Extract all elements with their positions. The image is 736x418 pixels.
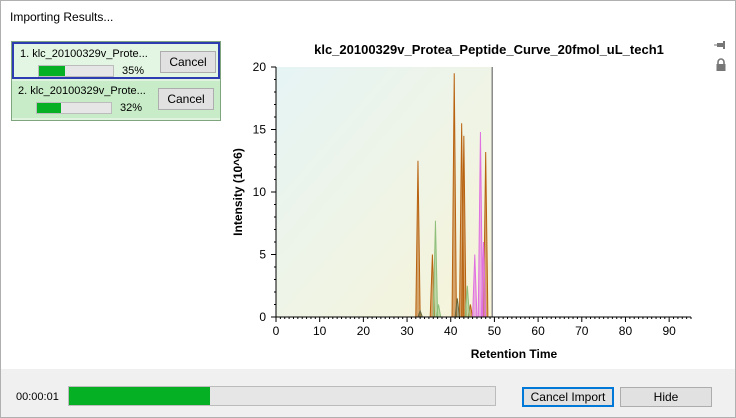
job-label: 2. klc_20100329v_Prote... [18,85,146,97]
job-progress-fill [39,66,65,76]
x-tick-label: 60 [531,324,545,338]
x-tick-label: 70 [575,324,589,338]
x-tick-label: 20 [357,324,371,338]
y-tick-label: 20 [253,60,267,74]
lock-icon[interactable] [713,57,729,73]
x-tick-label: 0 [273,324,280,338]
y-tick-label: 5 [259,248,266,262]
x-tick-label: 40 [444,324,458,338]
status-footer: 00:00:01 Cancel Import Hide [1,369,735,417]
job-cancel-button[interactable]: Cancel [158,88,214,110]
hide-button[interactable]: Hide [620,387,712,407]
x-tick-label: 90 [662,324,676,338]
chart-svg: 0 10 20 30 40 50 60 70 80 90 0 5 10 15 20 klc_20100329… [231,42,692,361]
x-tick-label: 10 [313,324,327,338]
job-list: 1. klc_20100329v_Prote... 35% Cancel 2. … [11,41,221,121]
chart-title: klc_20100329v_Protea_Peptide_Curve_20fmo… [314,42,664,57]
chromatogram-chart: 0 10 20 30 40 50 60 70 80 90 0 5 10 15 20 klc_20100329… [229,37,715,367]
job-progress-fill [37,103,61,113]
x-tick-label: 80 [619,324,633,338]
x-axis-label: Retention Time [471,347,558,361]
dialog-title: Importing Results... [10,10,114,24]
y-tick-label: 0 [259,310,266,324]
job-item-1[interactable]: 1. klc_20100329v_Prote... 35% Cancel [12,42,220,79]
x-tick-label: 30 [400,324,414,338]
pin-icon[interactable] [713,37,729,53]
import-results-dialog: Importing Results... 1. klc_20100329v_Pr… [0,0,736,418]
y-tick-label: 10 [253,185,267,199]
job-percent: 32% [120,102,143,114]
y-axis-label: Intensity (10^6) [231,148,245,236]
job-cancel-button[interactable]: Cancel [160,51,216,73]
job-percent: 35% [122,65,145,77]
job-item-2[interactable]: 2. klc_20100329v_Prote... 32% Cancel [12,81,220,118]
job-progress-bar [38,65,114,77]
job-progress-bar [36,102,112,114]
job-label: 1. klc_20100329v_Prote... [20,48,148,60]
x-tick-label: 50 [488,324,502,338]
cancel-import-button[interactable]: Cancel Import [522,387,614,407]
overall-progress-fill [69,387,210,405]
elapsed-time: 00:00:01 [16,391,59,403]
y-tick-label: 15 [253,123,267,137]
side-icons [713,37,729,77]
overall-progress-bar [68,386,496,406]
